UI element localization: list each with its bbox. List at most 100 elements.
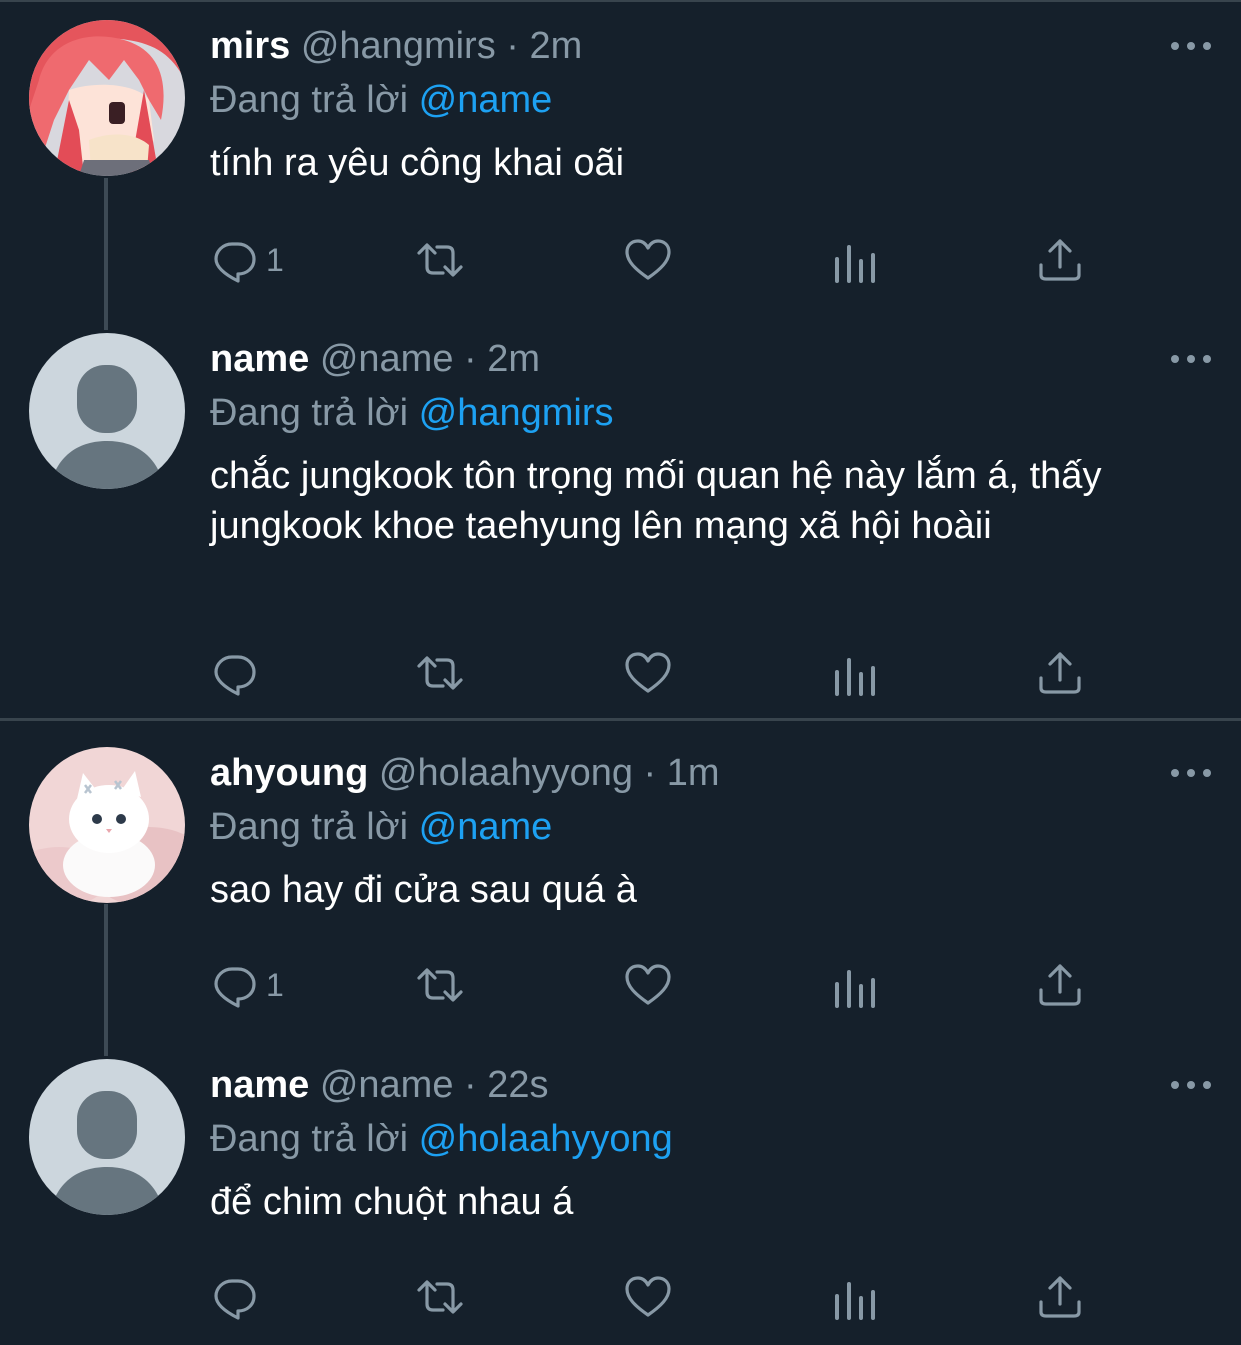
top-border <box>0 0 1241 2</box>
share-icon <box>1039 652 1081 694</box>
mention-link[interactable]: @name <box>419 79 553 121</box>
timestamp[interactable]: 1m <box>667 752 720 794</box>
timestamp[interactable]: 2m <box>530 25 583 67</box>
like-button[interactable] <box>623 960 673 1010</box>
tweet-header: name @name · 22s <box>210 1059 549 1111</box>
retweet-icon <box>417 968 463 1002</box>
replying-to-label: Đang trả lời <box>210 392 409 434</box>
share-icon <box>1039 239 1081 281</box>
analytics-button[interactable] <box>830 235 880 285</box>
reply-count: 1 <box>266 242 284 278</box>
reply-button[interactable]: 1 <box>210 235 284 285</box>
tweet[interactable]: ahyoung @holaahyyong · 1m Đang trả lời @… <box>0 747 1241 1037</box>
more-icon[interactable] <box>1171 36 1211 56</box>
share-button[interactable] <box>1035 648 1085 698</box>
analytics-icon <box>835 658 875 696</box>
action-bar: 1 <box>210 960 1090 1010</box>
tweet[interactable]: name @name · 2m Đang trả lời @hangmirs c… <box>0 333 1241 708</box>
tweet-text: tính ra yêu công khai oãi <box>210 142 625 184</box>
more-icon[interactable] <box>1171 349 1211 369</box>
replying-to-label: Đang trả lời <box>210 1118 409 1160</box>
reply-button[interactable]: 1 <box>210 960 284 1010</box>
like-button[interactable] <box>623 1272 673 1322</box>
avatar[interactable] <box>29 20 185 176</box>
reply-icon <box>214 655 256 696</box>
reply-count: 1 <box>266 967 284 1003</box>
avatar[interactable] <box>29 333 185 489</box>
like-icon <box>625 964 671 1005</box>
retweet-button[interactable] <box>415 960 465 1010</box>
analytics-button[interactable] <box>830 648 880 698</box>
analytics-icon <box>835 970 875 1008</box>
share-button[interactable] <box>1035 235 1085 285</box>
reply-icon <box>214 967 256 1008</box>
separator: · <box>464 338 477 380</box>
tweet[interactable]: name @name · 22s Đang trả lời @holaahyyo… <box>0 1059 1241 1339</box>
analytics-button[interactable] <box>830 1272 880 1322</box>
display-name[interactable]: name <box>210 338 309 380</box>
share-icon <box>1039 1276 1081 1318</box>
like-icon <box>625 1276 671 1317</box>
retweet-icon <box>417 243 463 277</box>
analytics-icon <box>835 1282 875 1320</box>
default-avatar-image <box>29 1059 185 1215</box>
user-handle[interactable]: @hangmirs <box>301 25 496 67</box>
mention-link[interactable]: @holaahyyong <box>419 1118 673 1160</box>
user-handle[interactable]: @holaahyyong <box>379 752 633 794</box>
like-icon <box>625 239 671 280</box>
like-icon <box>625 652 671 693</box>
replying-to: Đang trả lời @hangmirs <box>210 387 614 439</box>
like-button[interactable] <box>623 235 673 285</box>
replying-to-label: Đang trả lời <box>210 806 409 848</box>
replying-to: Đang trả lời @name <box>210 801 552 853</box>
avatar[interactable] <box>29 747 185 903</box>
reply-icon <box>214 242 256 283</box>
analytics-button[interactable] <box>830 960 880 1010</box>
reply-icon <box>214 1279 256 1320</box>
replying-to: Đang trả lời @name <box>210 74 552 126</box>
separator: · <box>506 25 519 67</box>
tweet-header: mirs @hangmirs · 2m <box>210 20 582 72</box>
tweet-text: sao hay đi cửa sau quá à <box>210 869 637 911</box>
analytics-icon <box>835 245 875 283</box>
share-icon <box>1039 964 1081 1006</box>
share-button[interactable] <box>1035 960 1085 1010</box>
tweet-header: ahyoung @holaahyyong · 1m <box>210 747 720 799</box>
action-bar <box>210 1272 1090 1322</box>
avatar[interactable] <box>29 1059 185 1215</box>
retweet-button[interactable] <box>415 648 465 698</box>
action-bar <box>210 648 1090 698</box>
tweet-text: chắc jungkook tôn trọng mối quan hệ này … <box>210 455 1102 547</box>
display-name[interactable]: name <box>210 1064 309 1106</box>
anime-girl-avatar-image <box>29 20 185 176</box>
user-handle[interactable]: @name <box>320 1064 454 1106</box>
user-handle[interactable]: @name <box>320 338 454 380</box>
tweet-text: để chim chuột nhau á <box>210 1181 574 1223</box>
reply-button[interactable] <box>210 1272 266 1322</box>
like-button[interactable] <box>623 648 673 698</box>
action-bar: 1 <box>210 235 1090 285</box>
display-name[interactable]: ahyoung <box>210 752 368 794</box>
replying-to: Đang trả lời @holaahyyong <box>210 1113 673 1165</box>
mention-link[interactable]: @hangmirs <box>419 392 614 434</box>
share-button[interactable] <box>1035 1272 1085 1322</box>
tweet[interactable]: mirs @hangmirs · 2m Đang trả lời @name t… <box>0 20 1241 310</box>
timestamp[interactable]: 2m <box>487 338 540 380</box>
tweet-header: name @name · 2m <box>210 333 540 385</box>
reply-button[interactable] <box>210 648 266 698</box>
separator: · <box>643 752 657 794</box>
replying-to-label: Đang trả lời <box>210 79 409 121</box>
timestamp[interactable]: 22s <box>487 1064 548 1106</box>
more-icon[interactable] <box>1171 763 1211 783</box>
retweet-icon <box>417 656 463 690</box>
retweet-button[interactable] <box>415 235 465 285</box>
default-avatar-image <box>29 333 185 489</box>
separator: · <box>464 1064 477 1106</box>
more-icon[interactable] <box>1171 1075 1211 1095</box>
conversation-divider <box>0 718 1241 721</box>
white-kitten-avatar-image <box>29 747 185 903</box>
mention-link[interactable]: @name <box>419 806 553 848</box>
retweet-icon <box>417 1280 463 1314</box>
display-name[interactable]: mirs <box>210 25 290 67</box>
retweet-button[interactable] <box>415 1272 465 1322</box>
